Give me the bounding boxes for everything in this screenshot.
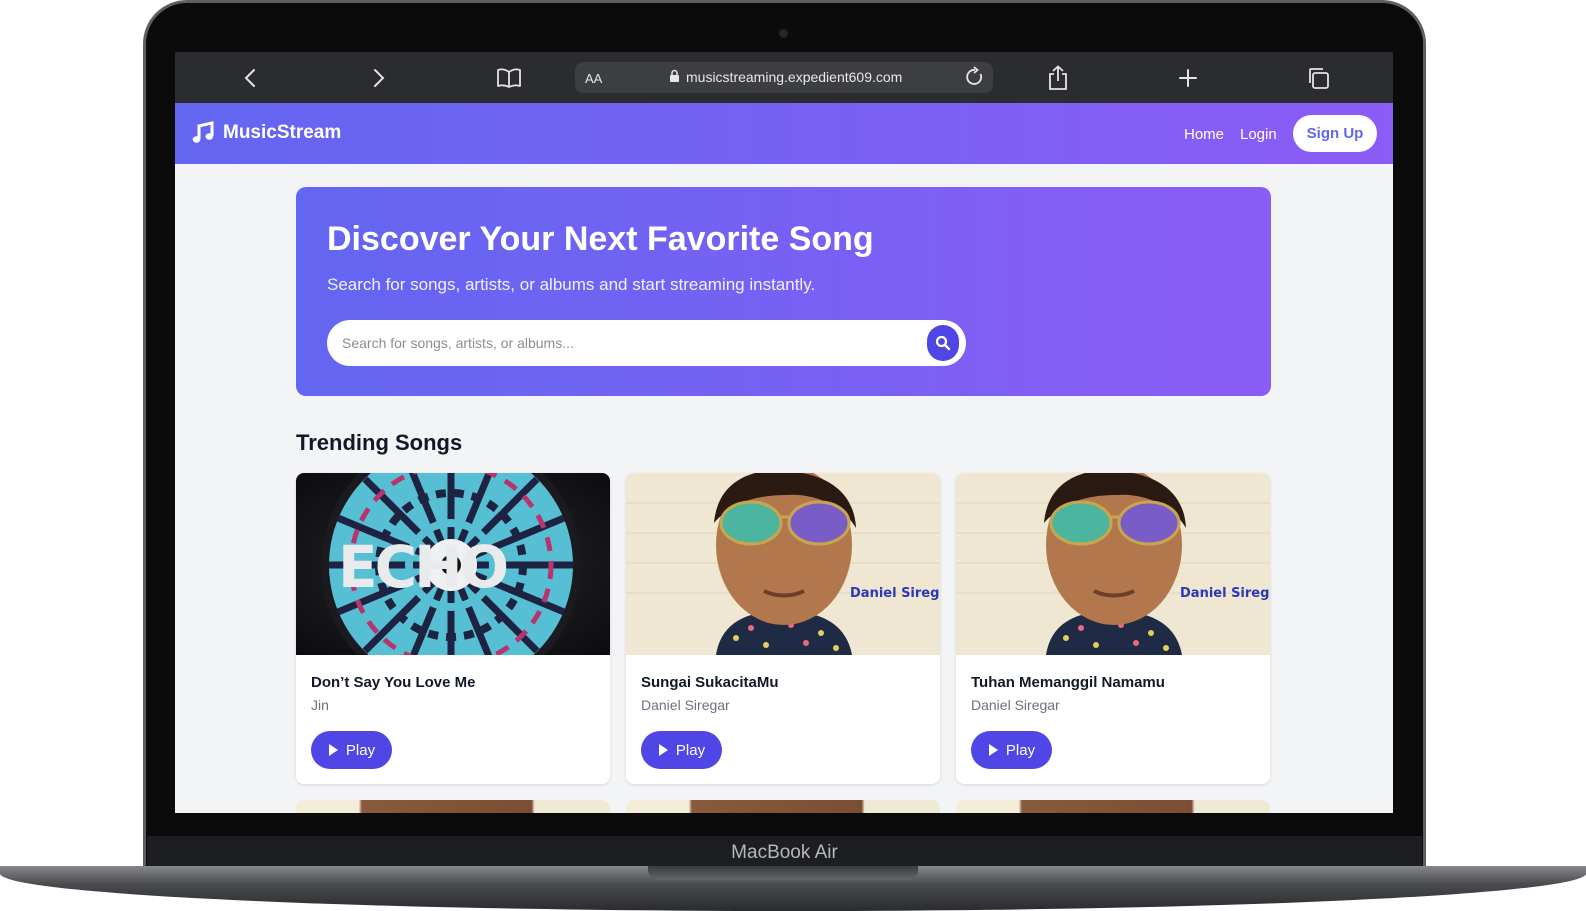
search-input[interactable] — [342, 332, 912, 354]
laptop-hinge-notch — [648, 866, 918, 880]
play-icon — [328, 744, 338, 756]
lock-icon — [669, 69, 680, 86]
nav-home-link[interactable]: Home — [1184, 126, 1224, 143]
cover-text: ECHO — [338, 533, 507, 601]
url-text: musicstreaming.expedient609.com — [686, 69, 903, 85]
song-artist: Daniel Siregar — [971, 697, 1060, 713]
song-card-partial[interactable] — [296, 800, 610, 813]
share-icon[interactable] — [1043, 63, 1073, 93]
plus-icon[interactable] — [1173, 63, 1203, 93]
text-size-button[interactable]: AA — [585, 71, 602, 86]
screen: AA musicstreaming.expedient609.com Music… — [175, 52, 1393, 813]
song-title: Tuhan Memanggil Namamu — [971, 674, 1165, 691]
tabs-icon[interactable] — [1303, 63, 1333, 93]
hero-subtitle: Search for songs, artists, or albums and… — [327, 275, 816, 294]
hero-banner: Discover Your Next Favorite Song Search … — [296, 187, 1271, 396]
reload-icon[interactable] — [965, 66, 985, 91]
song-title: Sungai SukacitaMu — [641, 674, 779, 691]
trending-heading: Trending Songs — [296, 430, 463, 455]
song-card[interactable]: Daniel Siregar Tuhan Memanggil Namamu Da… — [956, 473, 1270, 784]
music-note-icon — [192, 121, 214, 143]
address-bar[interactable]: AA musicstreaming.expedient609.com — [575, 62, 993, 93]
song-card-partial[interactable] — [626, 800, 940, 813]
song-card[interactable]: ECHO Don’t Say You Love Me Jin Play — [296, 473, 610, 784]
play-label: Play — [345, 741, 376, 759]
song-artist: Daniel Siregar — [641, 697, 730, 713]
sign-up-button[interactable]: Sign Up — [1293, 115, 1377, 152]
hero-title: Discover Your Next Favorite Song — [327, 220, 874, 258]
play-label: Play — [1005, 741, 1036, 759]
play-icon — [988, 744, 998, 756]
album-cover: Daniel Siregar — [626, 473, 940, 655]
bookmarks-icon[interactable] — [494, 63, 524, 93]
play-label: Play — [675, 741, 706, 759]
brand-logo[interactable]: MusicStream — [191, 121, 341, 145]
album-cover: Daniel Siregar — [956, 473, 1270, 655]
song-artist: Jin — [311, 697, 329, 713]
browser-toolbar: AA musicstreaming.expedient609.com — [175, 52, 1393, 103]
play-icon — [658, 744, 668, 756]
camera-icon — [779, 29, 788, 38]
cover-text: Daniel Siregar — [1180, 586, 1270, 601]
brand-name: MusicStream — [223, 122, 342, 143]
nav-login-link[interactable]: Login — [1240, 126, 1277, 143]
forward-icon[interactable] — [364, 63, 394, 93]
laptop-chin: MacBook Air — [147, 836, 1422, 870]
play-button[interactable]: Play — [971, 731, 1052, 769]
play-button[interactable]: Play — [641, 731, 722, 769]
cover-text: Daniel Siregar — [850, 586, 940, 601]
back-icon[interactable] — [235, 63, 265, 93]
album-cover: ECHO — [296, 473, 610, 655]
song-title: Don’t Say You Love Me — [311, 674, 476, 691]
play-button[interactable]: Play — [311, 731, 392, 769]
search-icon — [935, 335, 951, 351]
song-card-partial[interactable] — [956, 800, 1270, 813]
song-card[interactable]: Daniel Siregar Sungai SukacitaMu Daniel … — [626, 473, 940, 784]
search-button[interactable] — [927, 325, 959, 361]
site-navbar: MusicStream Home Login Sign Up — [175, 103, 1393, 164]
search-box — [327, 320, 966, 366]
